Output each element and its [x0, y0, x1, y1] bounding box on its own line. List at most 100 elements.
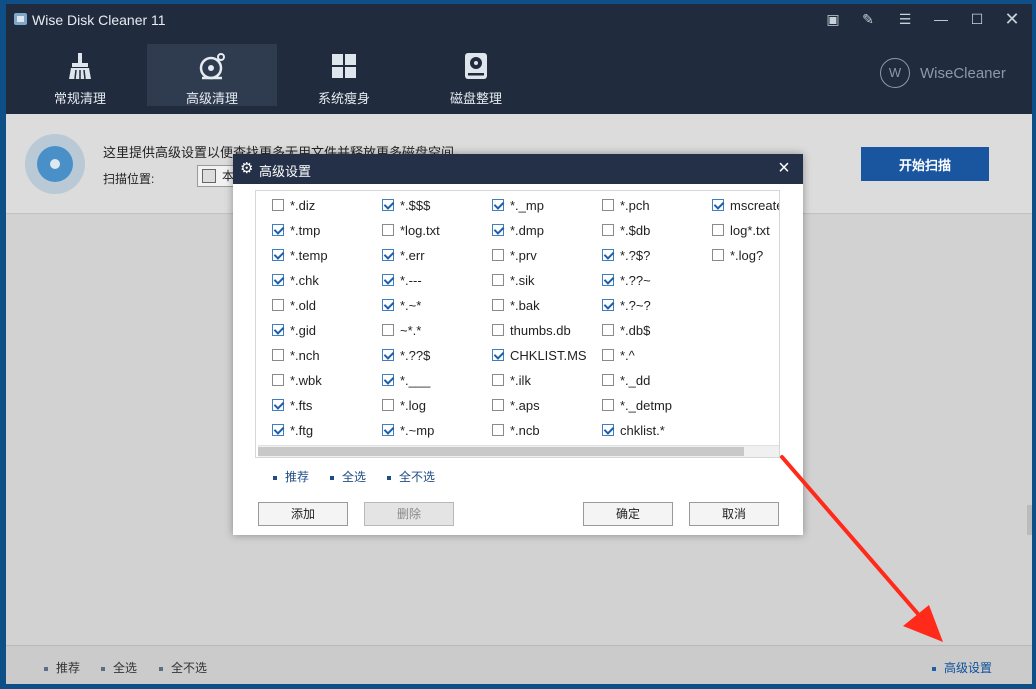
- checkbox-unchecked[interactable]: [492, 324, 504, 336]
- footer-recommend-link[interactable]: 推荐: [44, 659, 80, 676]
- pattern-item[interactable]: *.~*: [382, 293, 492, 318]
- pattern-item[interactable]: log*.txt: [712, 218, 779, 243]
- checkbox-checked[interactable]: [492, 199, 504, 211]
- checkbox-unchecked[interactable]: [602, 199, 614, 211]
- checkbox-checked[interactable]: [382, 249, 394, 261]
- checkbox-unchecked[interactable]: [602, 349, 614, 361]
- pattern-item[interactable]: *.gid: [272, 318, 382, 343]
- pattern-item[interactable]: *.bak: [492, 293, 602, 318]
- checkbox-unchecked[interactable]: [602, 324, 614, 336]
- pattern-item[interactable]: CHKLIST.MS: [492, 343, 602, 368]
- pattern-item[interactable]: *.dmp: [492, 218, 602, 243]
- checkbox-checked[interactable]: [272, 249, 284, 261]
- pattern-item[interactable]: *.diz: [272, 193, 382, 218]
- pattern-item[interactable]: *._detmp: [602, 393, 712, 418]
- checkbox-checked[interactable]: [602, 424, 614, 436]
- pattern-item[interactable]: *.$$$: [382, 193, 492, 218]
- pattern-item[interactable]: *.log: [382, 393, 492, 418]
- cancel-button[interactable]: 取消: [689, 502, 779, 526]
- pattern-item[interactable]: *.tmp: [272, 218, 382, 243]
- checkbox-unchecked[interactable]: [382, 224, 394, 236]
- footer-select-none-link[interactable]: 全不选: [159, 659, 207, 676]
- pattern-item[interactable]: *.~mp: [382, 418, 492, 443]
- checkbox-checked[interactable]: [492, 224, 504, 236]
- checkbox-unchecked[interactable]: [272, 374, 284, 386]
- dialog-recommend-link[interactable]: 推荐: [273, 468, 309, 485]
- scrollbar[interactable]: [1027, 505, 1032, 535]
- pattern-item[interactable]: *.$db: [602, 218, 712, 243]
- checkbox-checked[interactable]: [382, 274, 394, 286]
- pattern-item[interactable]: *.ilk: [492, 368, 602, 393]
- footer-select-all-link[interactable]: 全选: [101, 659, 137, 676]
- pattern-item[interactable]: thumbs.db: [492, 318, 602, 343]
- checkbox-unchecked[interactable]: [712, 224, 724, 236]
- checkbox-unchecked[interactable]: [602, 224, 614, 236]
- checkbox-checked[interactable]: [272, 274, 284, 286]
- checkbox-checked[interactable]: [602, 274, 614, 286]
- checkbox-unchecked[interactable]: [272, 199, 284, 211]
- pattern-item[interactable]: *.aps: [492, 393, 602, 418]
- add-button[interactable]: 添加: [258, 502, 348, 526]
- pattern-item[interactable]: *.??~: [602, 268, 712, 293]
- scan-location-select[interactable]: 本: [197, 165, 237, 187]
- checkbox-unchecked[interactable]: [492, 299, 504, 311]
- checkbox-unchecked[interactable]: [602, 399, 614, 411]
- checkbox-unchecked[interactable]: [492, 374, 504, 386]
- checkbox-unchecked[interactable]: [712, 249, 724, 261]
- tab-advanced-clean[interactable]: 高级清理: [147, 44, 277, 106]
- checkbox-checked[interactable]: [382, 299, 394, 311]
- dialog-select-all-link[interactable]: 全选: [330, 468, 366, 485]
- tab-regular-clean[interactable]: 常规清理: [15, 44, 145, 106]
- checkbox-checked[interactable]: [272, 424, 284, 436]
- pattern-item[interactable]: *.db$: [602, 318, 712, 343]
- footer-advanced-settings-link[interactable]: 高级设置: [932, 659, 992, 676]
- pattern-item[interactable]: *.chk: [272, 268, 382, 293]
- pattern-item[interactable]: *.---: [382, 268, 492, 293]
- maximize-icon[interactable]: ☐: [966, 8, 988, 30]
- horizontal-scrollbar[interactable]: [258, 445, 779, 457]
- pattern-item[interactable]: *._dd: [602, 368, 712, 393]
- start-scan-button[interactable]: 开始扫描: [861, 147, 989, 181]
- checkbox-checked[interactable]: [382, 374, 394, 386]
- tab-system-slim[interactable]: 系统瘦身: [279, 44, 409, 106]
- checkbox-unchecked[interactable]: [272, 349, 284, 361]
- scrollbar-thumb[interactable]: [258, 447, 744, 456]
- checkbox-unchecked[interactable]: [492, 274, 504, 286]
- pattern-item[interactable]: *.log?: [712, 243, 779, 268]
- checkbox-checked[interactable]: [272, 324, 284, 336]
- dialog-close-icon[interactable]: ×: [773, 157, 795, 179]
- feedback-icon[interactable]: ▣: [822, 8, 844, 30]
- checkbox-unchecked[interactable]: [492, 424, 504, 436]
- checkbox-unchecked[interactable]: [602, 374, 614, 386]
- pattern-item[interactable]: *log.txt: [382, 218, 492, 243]
- pattern-item[interactable]: *.nch: [272, 343, 382, 368]
- checkbox-checked[interactable]: [272, 224, 284, 236]
- ok-button[interactable]: 确定: [583, 502, 673, 526]
- menu-icon[interactable]: ☰: [894, 8, 916, 30]
- checkbox-checked[interactable]: [712, 199, 724, 211]
- pattern-item[interactable]: *.temp: [272, 243, 382, 268]
- checkbox-checked[interactable]: [602, 299, 614, 311]
- pattern-item[interactable]: *.err: [382, 243, 492, 268]
- pattern-item[interactable]: *.ftg: [272, 418, 382, 443]
- checkbox-checked[interactable]: [382, 349, 394, 361]
- edit-icon[interactable]: ✎: [857, 8, 879, 30]
- pattern-item[interactable]: *.?~?: [602, 293, 712, 318]
- checkbox-unchecked[interactable]: [382, 324, 394, 336]
- pattern-item[interactable]: chklist.*: [602, 418, 712, 443]
- checkbox-checked[interactable]: [492, 349, 504, 361]
- checkbox-checked[interactable]: [382, 199, 394, 211]
- close-icon[interactable]: ✕: [1001, 8, 1023, 30]
- pattern-item[interactable]: *.ncb: [492, 418, 602, 443]
- checkbox-unchecked[interactable]: [272, 299, 284, 311]
- pattern-item[interactable]: *.pch: [602, 193, 712, 218]
- checkbox-unchecked[interactable]: [382, 399, 394, 411]
- delete-button[interactable]: 删除: [364, 502, 454, 526]
- checkbox-unchecked[interactable]: [492, 399, 504, 411]
- pattern-item[interactable]: *.old: [272, 293, 382, 318]
- pattern-item[interactable]: *.sik: [492, 268, 602, 293]
- pattern-item[interactable]: *.fts: [272, 393, 382, 418]
- tab-disk-defrag[interactable]: 磁盘整理: [411, 44, 541, 106]
- pattern-item[interactable]: *.___: [382, 368, 492, 393]
- dialog-select-none-link[interactable]: 全不选: [387, 468, 435, 485]
